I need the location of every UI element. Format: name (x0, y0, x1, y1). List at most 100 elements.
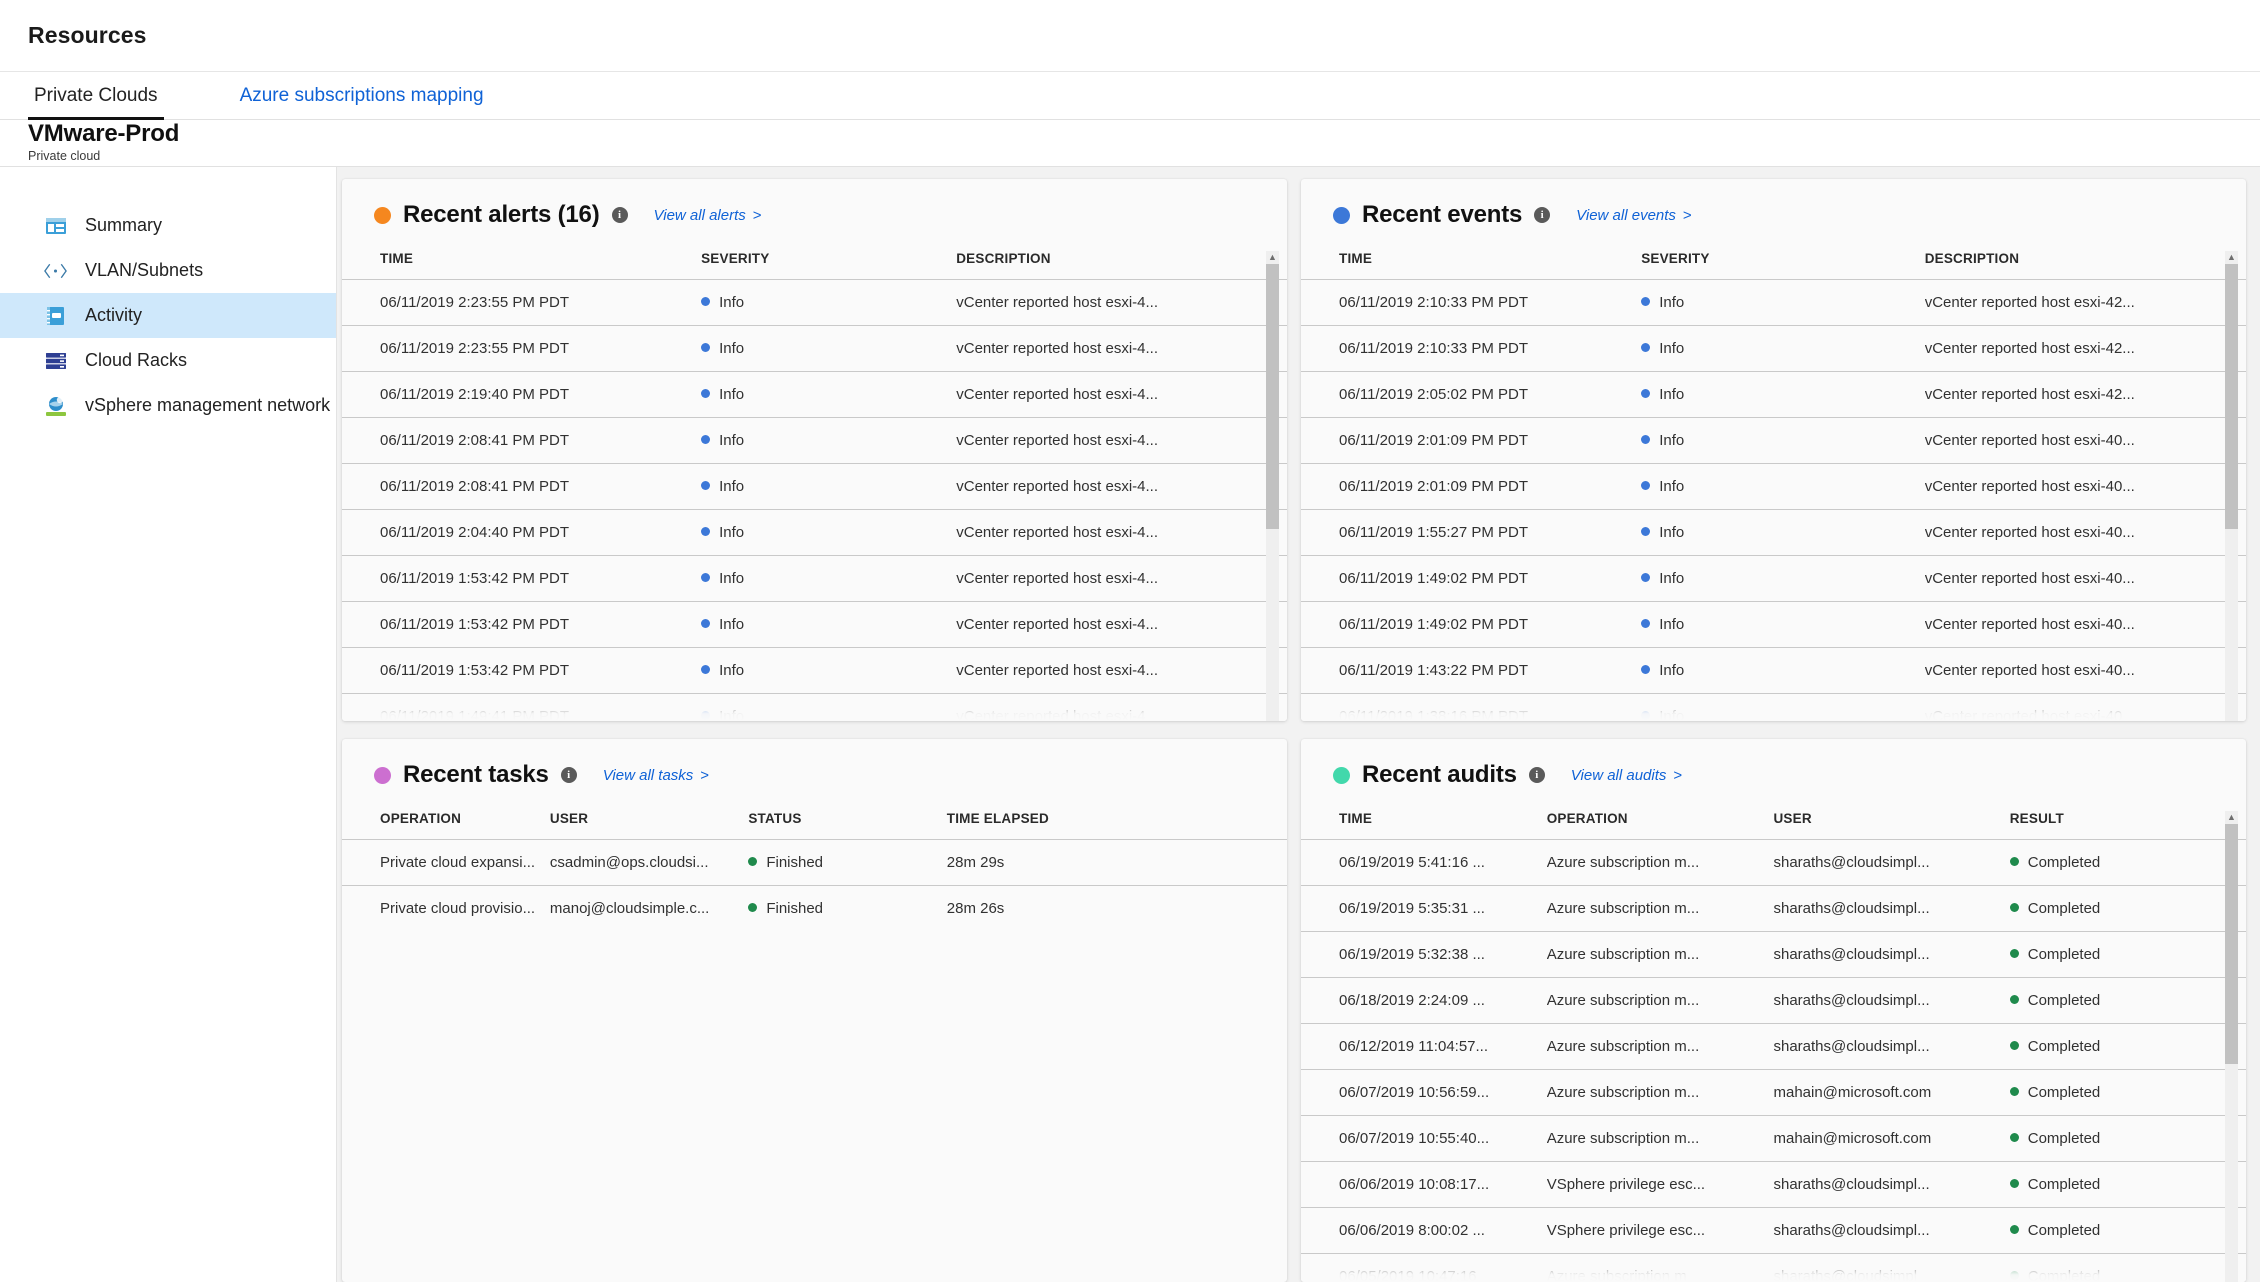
tab-private-clouds[interactable]: Private Clouds (28, 85, 164, 120)
table-row[interactable]: 06/11/2019 2:10:33 PM PDT Info vCenter rep… (1301, 279, 2246, 326)
cell-time: 06/11/2019 1:53:42 PM PDT (342, 555, 702, 602)
table-row[interactable]: 06/06/2019 8:00:02 ... VSphere privilege … (1301, 1207, 2246, 1254)
sidebar-item-summary[interactable]: Summary (0, 203, 336, 248)
scroll-up-arrow-icon[interactable]: ▲ (1266, 251, 1279, 264)
chevron-right-icon: > (1682, 206, 1692, 224)
private-cloud-name: VMware-Prod (28, 119, 180, 147)
table-row[interactable]: 06/12/2019 11:04:57... Azure subscription… (1301, 1023, 2246, 1070)
info-icon[interactable]: i (1534, 207, 1551, 223)
table-row[interactable]: 06/11/2019 2:01:09 PM PDT Info vCenter rep… (1301, 417, 2246, 464)
cell-severity: Info (1641, 693, 1925, 721)
severity-dot-icon (1641, 481, 1651, 490)
table-row[interactable]: 06/11/2019 2:05:02 PM PDT Info vCenter rep… (1301, 371, 2246, 418)
info-icon[interactable]: i (560, 767, 577, 783)
table-row[interactable]: 06/11/2019 2:04:40 PM PDT Info vCenter rep… (342, 509, 1287, 556)
severity-dot-icon (701, 481, 711, 490)
table-row[interactable]: 06/11/2019 1:49:02 PM PDT Info vCenter rep… (1301, 601, 2246, 648)
cell-user: sharaths@cloudsimpl... (1773, 839, 2010, 886)
table-row[interactable]: 06/11/2019 1:53:42 PM PDT Info vCenter rep… (342, 601, 1287, 648)
cell-user: csadmin@ops.cloudsi... (549, 839, 749, 886)
table-row[interactable]: 06/19/2019 5:32:38 ... Azure subscription… (1301, 931, 2246, 978)
cell-result: Completed (2009, 839, 2246, 886)
table-row[interactable]: 06/11/2019 2:19:40 PM PDT Info vCenter rep… (342, 371, 1287, 418)
cell-time: 06/11/2019 2:10:33 PM PDT (1301, 279, 1642, 326)
alerts-scrollbar[interactable]: ▲ (1266, 251, 1279, 721)
result-dot-icon (2009, 995, 2019, 1004)
table-row[interactable]: 06/11/2019 2:08:41 PM PDT Info vCenter rep… (342, 417, 1287, 464)
cell-time: 06/05/2019 10:47:16 (1301, 1253, 1547, 1282)
scroll-thumb[interactable] (2225, 824, 2238, 1064)
col-time: TIME (1339, 251, 1373, 266)
events-scrollbar[interactable]: ▲ (2225, 251, 2238, 721)
cell-severity: Info (701, 417, 957, 464)
cell-time: 06/06/2019 8:00:02 ... (1301, 1207, 1547, 1254)
code-brackets-icon (43, 258, 68, 283)
table-row[interactable]: 06/11/2019 1:53:42 PM PDT Info vCenter rep… (342, 555, 1287, 602)
scroll-thumb[interactable] (1266, 264, 1279, 529)
severity-dot-icon (1641, 343, 1651, 352)
view-all-events-link[interactable]: View all events > (1576, 207, 1692, 224)
table-row[interactable]: 06/11/2019 2:10:33 PM PDT Info vCenter rep… (1301, 325, 2246, 372)
scroll-up-arrow-icon[interactable]: ▲ (2225, 251, 2238, 264)
recent-audits-table-wrap: TIME OPERATION USER RESULT 06/19/2019 5:… (1301, 811, 2246, 1282)
table-row[interactable]: 06/07/2019 10:56:59... Azure subscription… (1301, 1069, 2246, 1116)
view-all-audits-link[interactable]: View all audits > (1571, 767, 1682, 784)
cell-operation: VSphere privilege esc... (1546, 1207, 1774, 1254)
table-row[interactable]: 06/11/2019 1:49:41 PM PDT Info vCenter rep… (342, 693, 1287, 721)
sidebar-item-vsphere-management-network[interactable]: vSphere management network (0, 383, 336, 428)
cell-result: Completed (2009, 885, 2246, 932)
view-all-alerts-link[interactable]: View all alerts > (654, 207, 762, 224)
sidebar-item-vlan-subnets[interactable]: VLAN/Subnets (0, 248, 336, 293)
cell-time-elapsed: 28m 26s (946, 885, 1287, 931)
table-row[interactable]: 06/11/2019 1:43:22 PM PDT Info vCenter rep… (1301, 647, 2246, 694)
severity-dot-icon (701, 619, 711, 628)
cell-severity: Info (1641, 463, 1925, 510)
info-icon[interactable]: i (611, 207, 628, 223)
table-row[interactable]: 06/11/2019 1:53:42 PM PDT Info vCenter rep… (342, 647, 1287, 694)
table-row[interactable]: Private cloud provisio... manoj@cloudsim… (342, 885, 1287, 931)
cell-description: vCenter reported host esxi-40... (1924, 417, 2246, 464)
cell-time: 06/11/2019 1:55:27 PM PDT (1301, 509, 1642, 556)
cell-severity: Info (1641, 279, 1925, 326)
sidebar-item-activity[interactable]: Activity (0, 293, 336, 338)
view-all-tasks-label: View all tasks (602, 766, 694, 784)
col-time: TIME (380, 251, 414, 266)
result-dot-icon (2009, 903, 2019, 912)
cell-severity: Info (701, 463, 957, 510)
scroll-up-arrow-icon[interactable]: ▲ (2225, 811, 2238, 824)
table-row[interactable]: 06/11/2019 1:49:02 PM PDT Info vCenter rep… (1301, 555, 2246, 602)
table-row[interactable]: 06/11/2019 2:01:09 PM PDT Info vCenter rep… (1301, 463, 2246, 510)
audits-scrollbar[interactable]: ▲ (2225, 811, 2238, 1282)
table-row[interactable]: 06/06/2019 10:08:17... VSphere privilege … (1301, 1161, 2246, 1208)
sidebar-item-label: Activity (85, 305, 143, 325)
info-icon[interactable]: i (1528, 767, 1545, 783)
recent-events-title: Recent events (1362, 201, 1523, 228)
view-all-tasks-link[interactable]: View all tasks > (603, 767, 709, 784)
col-description: DESCRIPTION (1924, 251, 2020, 266)
table-header-row: OPERATION USER STATUS TIME ELAPSED (342, 811, 1287, 840)
table-row[interactable]: 06/19/2019 5:41:16 ... Azure subscription… (1301, 839, 2246, 886)
result-dot-icon (2009, 1225, 2019, 1234)
table-row[interactable]: 06/11/2019 2:23:55 PM PDT Info vCenter rep… (342, 279, 1287, 326)
cell-severity: Info (701, 371, 957, 418)
table-row[interactable]: 06/05/2019 10:47:16 Azure subscription ms… (1301, 1253, 2246, 1282)
sidebar-item-label: Summary (85, 215, 163, 235)
cell-description: vCenter reported host esxi-40 (1924, 693, 2246, 721)
table-row[interactable]: 06/07/2019 10:55:40... Azure subscription… (1301, 1115, 2246, 1162)
cell-time: 06/11/2019 2:01:09 PM PDT (1301, 417, 1642, 464)
table-row[interactable]: 06/11/2019 2:08:41 PM PDT Info vCenter rep… (342, 463, 1287, 510)
cell-severity: Info (701, 693, 957, 721)
scroll-thumb[interactable] (2225, 264, 2238, 529)
status-dot-icon (748, 903, 758, 912)
tab-azure-subscriptions-mapping[interactable]: Azure subscriptions mapping (234, 85, 490, 120)
cell-description: vCenter reported host esxi-42... (1924, 325, 2246, 372)
sidebar-item-cloud-racks[interactable]: Cloud Racks (0, 338, 336, 383)
table-row[interactable]: 06/11/2019 1:38:16 PM PDT Info vCenter rep… (1301, 693, 2246, 721)
table-row[interactable]: 06/18/2019 2:24:09 ... Azure subscription… (1301, 977, 2246, 1024)
table-row[interactable]: 06/11/2019 1:55:27 PM PDT Info vCenter rep… (1301, 509, 2246, 556)
recent-alerts-title: Recent alerts (16) (403, 201, 600, 228)
table-row[interactable]: 06/19/2019 5:35:31 ... Azure subscription… (1301, 885, 2246, 932)
table-row[interactable]: 06/11/2019 2:23:55 PM PDT Info vCenter rep… (342, 325, 1287, 372)
table-row[interactable]: Private cloud expansi... csadmin@ops.clo… (342, 839, 1287, 886)
cell-time: 06/11/2019 1:53:42 PM PDT (342, 601, 702, 648)
